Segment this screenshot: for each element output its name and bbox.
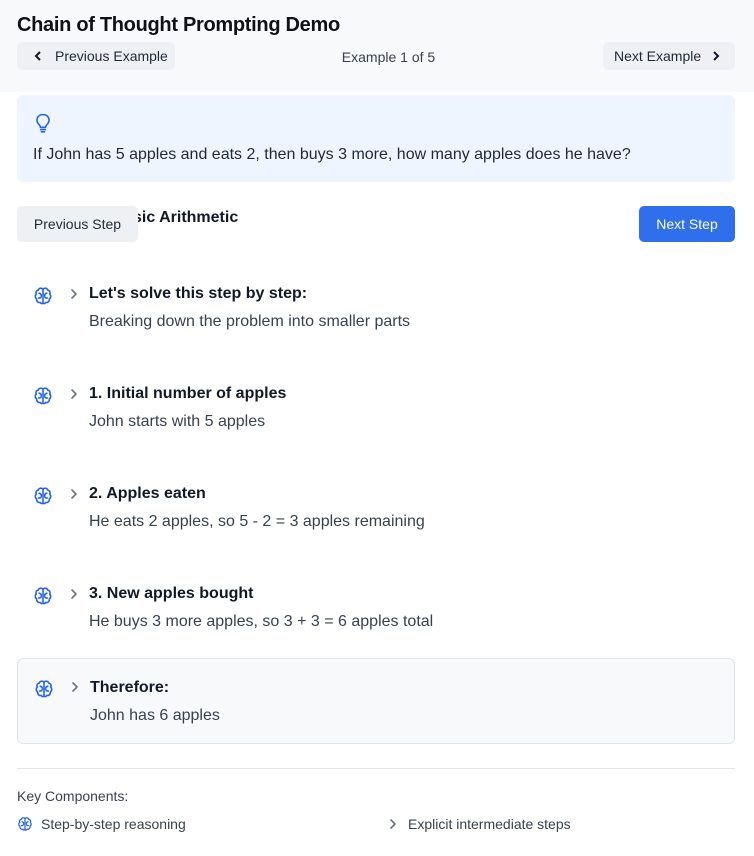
problem-question: If John has 5 apples and eats 2, then bu…: [33, 146, 631, 163]
key-component-item: Step-by-step reasoning: [17, 816, 186, 832]
chevron-right-icon: [390, 819, 396, 829]
brain-icon: [35, 680, 53, 698]
page-title: Chain of Thought Prompting Demo: [17, 14, 340, 36]
step-description: Breaking down the problem into smaller p…: [89, 313, 411, 330]
lightbulb-icon: [36, 113, 50, 133]
header: Chain of Thought Prompting Demo Previous…: [0, 0, 754, 92]
chevron-right-icon[interactable]: [68, 287, 80, 301]
key-component-item: Explicit intermediate steps: [387, 816, 571, 832]
step-title: 3. New apples bought: [89, 585, 254, 602]
key-component-label: Explicit intermediate steps: [408, 816, 571, 832]
reasoning-step: Let's solve this step by step: Breaking …: [17, 274, 735, 354]
chevron-right-icon[interactable]: [69, 680, 81, 694]
step-description: He buys 3 more apples, so 3 + 3 = 6 appl…: [89, 613, 434, 630]
next-example-label: Next Example: [614, 48, 702, 64]
chevron-right-icon[interactable]: [68, 387, 80, 401]
reasoning-step: 2. Apples eaten He eats 2 apples, so 5 -…: [17, 474, 735, 554]
key-components-title: Key Components:: [17, 788, 129, 804]
brain-icon: [34, 487, 52, 505]
step-title: Let's solve this step by step:: [89, 285, 308, 302]
step-description: John has 6 apples: [90, 707, 220, 724]
conclusion-step: Therefore: John has 6 apples: [17, 658, 735, 744]
chevron-right-icon: [713, 51, 720, 61]
step-description: He eats 2 apples, so 5 - 2 = 3 apples re…: [89, 513, 425, 530]
brain-icon: [34, 287, 52, 305]
problem-card: Math - Basic Arithmetic If John has 5 ap…: [17, 95, 735, 226]
previous-step-button[interactable]: Previous Step: [17, 206, 138, 242]
chevron-right-icon[interactable]: [68, 587, 80, 601]
step-title: Therefore:: [90, 679, 170, 696]
next-example-button[interactable]: Next Example: [603, 42, 735, 70]
key-component-label: Step-by-step reasoning: [41, 816, 186, 832]
next-step-button[interactable]: Next Step: [639, 206, 735, 242]
brain-icon: [34, 387, 52, 405]
chevron-right-icon[interactable]: [68, 487, 80, 501]
divider: [17, 768, 735, 769]
step-title: 2. Apples eaten: [89, 485, 206, 502]
brain-icon: [18, 817, 32, 831]
step-title: 1. Initial number of apples: [89, 385, 287, 402]
brain-icon: [34, 587, 52, 605]
step-description: John starts with 5 apples: [89, 413, 266, 430]
reasoning-step: 3. New apples bought He buys 3 more appl…: [17, 574, 735, 654]
reasoning-step: 1. Initial number of apples John starts …: [17, 374, 735, 454]
